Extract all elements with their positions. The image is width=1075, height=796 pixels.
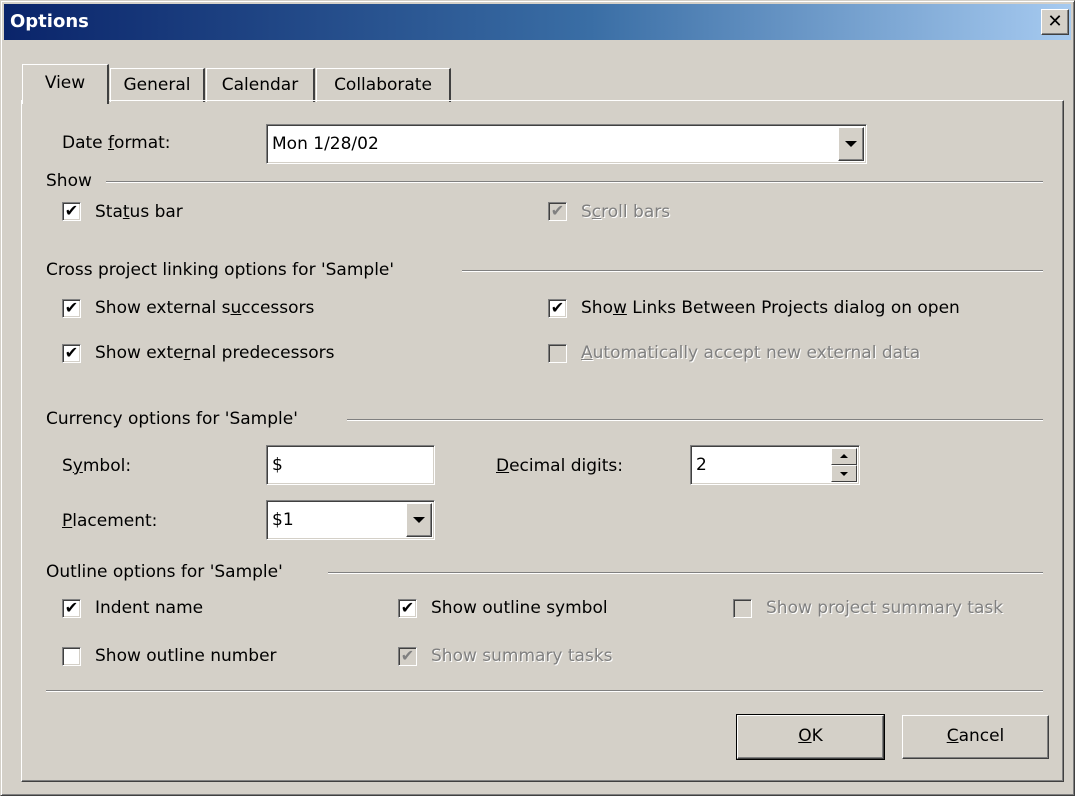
show-divider xyxy=(106,181,1043,183)
decimal-digits-value: 2 xyxy=(696,455,707,475)
cross-project-heading: Cross project linking options for 'Sampl… xyxy=(46,260,395,280)
symbol-input[interactable]: $ xyxy=(266,445,435,485)
currency-divider xyxy=(347,419,1043,421)
date-format-value: Mon 1/28/02 xyxy=(272,134,379,154)
scroll-bars-checkbox: ✔ xyxy=(548,202,567,221)
show-summary-tasks-label: Show summary tasks xyxy=(431,646,613,666)
status-bar-checkbox[interactable]: ✔ xyxy=(62,202,81,221)
placement-label: Placement: xyxy=(62,511,158,531)
close-icon: ✕ xyxy=(1047,11,1063,32)
links-dialog-label: Show Links Between Projects dialog on op… xyxy=(581,298,960,318)
show-outline-symbol-label: Show outline symbol xyxy=(431,598,608,618)
chevron-down-icon[interactable] xyxy=(838,127,864,161)
external-predecessors-checkbox[interactable]: ✔ xyxy=(62,344,81,363)
show-summary-tasks-checkbox: ✔ xyxy=(398,647,417,666)
outline-heading: Outline options for 'Sample' xyxy=(46,562,283,582)
tab-label: Collaborate xyxy=(334,75,432,95)
spin-buttons[interactable] xyxy=(831,448,857,482)
indent-name-label: Indent name xyxy=(95,598,204,618)
close-button[interactable]: ✕ xyxy=(1041,9,1069,35)
links-dialog-checkbox[interactable]: ✔ xyxy=(548,299,567,318)
cancel-button[interactable]: Cancel xyxy=(902,715,1049,759)
check-icon: ✔ xyxy=(64,298,79,317)
check-icon: ✔ xyxy=(400,598,415,617)
spin-down-icon[interactable] xyxy=(831,465,857,482)
tab-calendar[interactable]: Calendar xyxy=(206,68,315,102)
auto-accept-label: Automatically accept new external data xyxy=(581,343,921,363)
external-successors-label: Show external successors xyxy=(95,298,315,318)
decimal-digits-label: Decimal digits: xyxy=(496,456,624,476)
scroll-bars-label: Scroll bars xyxy=(581,202,671,222)
check-icon: ✔ xyxy=(64,598,79,617)
show-project-summary-label: Show project summary task xyxy=(766,598,1004,618)
title-bar[interactable]: Options ✕ xyxy=(4,4,1071,40)
tab-label: Calendar xyxy=(221,75,299,95)
bottom-divider xyxy=(46,690,1043,692)
decimal-digits-stepper[interactable]: 2 xyxy=(690,445,860,485)
currency-heading: Currency options for 'Sample' xyxy=(46,409,298,429)
ok-button[interactable]: OK xyxy=(736,714,885,760)
chevron-down-icon[interactable] xyxy=(406,503,432,537)
external-predecessors-label: Show external predecessors xyxy=(95,343,335,363)
check-icon: ✔ xyxy=(550,201,565,220)
outline-divider xyxy=(328,572,1043,574)
dialog-title: Options xyxy=(10,11,89,32)
date-format-select[interactable]: Mon 1/28/02 xyxy=(266,124,867,164)
show-project-summary-checkbox xyxy=(733,599,752,618)
tab-view[interactable]: View xyxy=(22,64,109,104)
check-icon: ✔ xyxy=(550,298,565,317)
auto-accept-checkbox xyxy=(548,344,567,363)
show-heading: Show xyxy=(46,171,92,191)
tab-general[interactable]: General xyxy=(110,68,205,102)
check-icon: ✔ xyxy=(64,343,79,362)
cross-project-divider xyxy=(462,270,1043,272)
show-outline-number-checkbox[interactable] xyxy=(62,647,81,666)
symbol-value: $ xyxy=(272,455,283,475)
symbol-label: Symbol: xyxy=(62,456,132,476)
indent-name-checkbox[interactable]: ✔ xyxy=(62,599,81,618)
external-successors-checkbox[interactable]: ✔ xyxy=(62,299,81,318)
show-outline-number-label: Show outline number xyxy=(95,646,277,666)
show-outline-symbol-checkbox[interactable]: ✔ xyxy=(398,599,417,618)
check-icon: ✔ xyxy=(64,201,79,220)
status-bar-label: Status bar xyxy=(95,202,183,222)
tab-label: View xyxy=(44,73,86,93)
tab-label: General xyxy=(123,75,191,95)
date-format-label: Date format: xyxy=(62,133,171,153)
spin-up-icon[interactable] xyxy=(831,448,857,465)
placement-select[interactable]: $1 xyxy=(266,500,435,540)
placement-value: $1 xyxy=(272,510,294,530)
tab-collaborate[interactable]: Collaborate xyxy=(316,68,451,102)
check-icon: ✔ xyxy=(400,646,415,665)
